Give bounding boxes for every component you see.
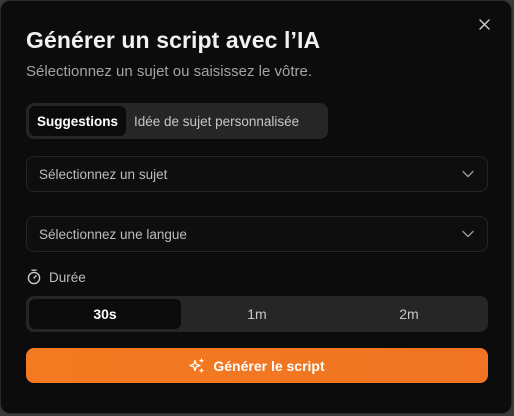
generate-script-button[interactable]: Générer le script [26, 348, 488, 383]
tab-suggestions[interactable]: Suggestions [29, 106, 127, 136]
stopwatch-icon [27, 269, 41, 285]
language-select[interactable]: Sélectionnez une langue [26, 216, 488, 252]
duration-option-1m[interactable]: 1m [181, 299, 333, 329]
duration-option-30s[interactable]: 30s [29, 299, 181, 329]
dialog-title: Générer un script avec l’IA [26, 27, 321, 53]
close-button[interactable] [475, 15, 493, 33]
duration-label-row: Durée [27, 269, 86, 285]
duration-option-2m[interactable]: 2m [333, 299, 485, 329]
topic-select[interactable]: Sélectionnez un sujet [26, 156, 488, 192]
generate-script-label: Générer le script [213, 357, 325, 374]
tab-custom-topic[interactable]: Idée de sujet personnalisée [126, 106, 307, 136]
duration-segmented-control: 30s 1m 2m [26, 296, 488, 332]
topic-mode-tabs: Suggestions Idée de sujet personnalisée [26, 103, 328, 139]
chevron-down-icon [461, 227, 475, 241]
topic-select-placeholder: Sélectionnez un sujet [39, 166, 168, 182]
close-icon [478, 18, 490, 30]
dialog-subtitle: Sélectionnez un sujet ou saisissez le vô… [26, 63, 312, 80]
language-select-placeholder: Sélectionnez une langue [39, 226, 187, 242]
duration-label: Durée [49, 269, 86, 285]
sparkles-icon [189, 357, 204, 373]
chevron-down-icon [461, 167, 475, 181]
generate-script-dialog: Générer un script avec l’IA Sélectionnez… [0, 0, 512, 414]
